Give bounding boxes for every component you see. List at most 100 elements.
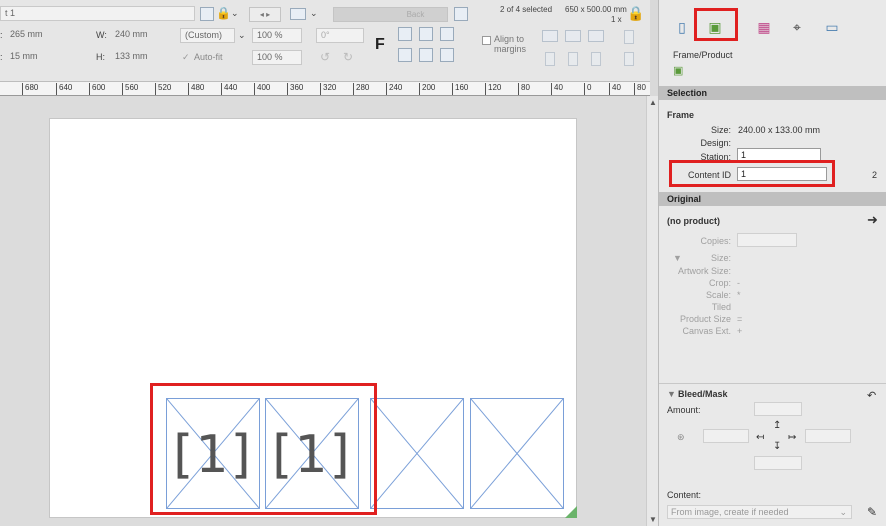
- size-value: 240.00 x 133.00 mm: [738, 125, 821, 135]
- arrow-right-circle-icon[interactable]: ➜: [867, 212, 878, 228]
- ruler-label: 600: [89, 83, 105, 95]
- align-margins-checkbox[interactable]: [482, 36, 491, 45]
- size-preset-value: (Custom): [185, 30, 223, 40]
- original-header: Original: [659, 192, 886, 206]
- size-preset-select[interactable]: (Custom): [180, 28, 235, 43]
- distribute-v2-icon[interactable]: [568, 52, 578, 66]
- reset-icon[interactable]: ↶: [867, 389, 876, 402]
- width-field[interactable]: 240 mm: [111, 28, 171, 43]
- sheet-tab-icon[interactable]: ▭: [817, 14, 847, 40]
- scroll-down-icon[interactable]: ▼: [649, 515, 657, 524]
- bleed-mask-header: Bleed/Mask: [678, 389, 728, 399]
- copies-field[interactable]: [737, 233, 797, 247]
- ruler-label: 400: [254, 83, 270, 95]
- document-tab-icon[interactable]: ▯: [667, 14, 697, 40]
- chevron-down-icon[interactable]: ⌄: [231, 8, 239, 19]
- distribute-h2-icon[interactable]: [565, 30, 581, 42]
- autofit-checkbox[interactable]: ✓: [182, 52, 190, 63]
- align-center-icon[interactable]: [419, 48, 433, 62]
- x-field[interactable]: 265 mm: [6, 28, 66, 43]
- flip-label[interactable]: F: [375, 36, 385, 54]
- no-product-label: (no product): [667, 216, 720, 226]
- arrow-left-icon: ↤: [756, 432, 765, 443]
- bleed-top-field[interactable]: [754, 402, 802, 416]
- vertical-scrollbar[interactable]: ▲ ▼: [646, 96, 658, 526]
- ruler-label: 160: [452, 83, 468, 95]
- ruler-label: 560: [122, 83, 138, 95]
- distribute-h-icon[interactable]: [542, 30, 558, 42]
- align-left-icon[interactable]: [398, 48, 412, 62]
- rotation-select[interactable]: 0°: [316, 28, 364, 43]
- height-value: 133 mm: [115, 51, 148, 61]
- divider: [659, 383, 886, 384]
- h-label: H:: [96, 52, 105, 62]
- link-icon[interactable]: ⊛: [677, 432, 685, 443]
- align-middle-icon[interactable]: [419, 27, 433, 41]
- ruler-label: 440: [221, 83, 237, 95]
- distribute-h3-icon[interactable]: [588, 30, 604, 42]
- y-label: :: [0, 52, 3, 62]
- align-bottom-icon[interactable]: [440, 27, 454, 41]
- original-size-label: Size:: [710, 253, 731, 263]
- rotate-right-icon[interactable]: ↻: [343, 50, 353, 64]
- color-tab-icon[interactable]: ▦: [749, 14, 779, 40]
- bleed-bottom-field[interactable]: [754, 456, 802, 470]
- frame-view-icon[interactable]: [290, 8, 306, 20]
- lock-icon[interactable]: 🔒: [627, 5, 644, 22]
- height-field[interactable]: 133 mm: [111, 50, 171, 65]
- chevron-down-icon[interactable]: ⌄: [310, 8, 318, 19]
- ruler-label: 360: [287, 83, 303, 95]
- content-id-highlight: [669, 160, 835, 187]
- scale-label: Scale:: [705, 290, 731, 300]
- y-value: 15 mm: [10, 51, 38, 61]
- distribute-v-icon[interactable]: [545, 52, 555, 66]
- chevron-down-icon[interactable]: ▼: [667, 389, 676, 399]
- station-value: 1: [741, 150, 747, 160]
- space-v-icon[interactable]: [624, 30, 634, 44]
- frame-product-icon: ▣: [673, 65, 684, 77]
- copies-label: Copies:: [700, 236, 731, 246]
- scale-x-field[interactable]: 100 %: [252, 28, 302, 43]
- ruler-label: 640: [56, 83, 72, 95]
- lock-icon[interactable]: 🔒: [216, 6, 231, 20]
- distribute-v3-icon[interactable]: [591, 52, 601, 66]
- bleed-right-field[interactable]: [805, 429, 851, 443]
- arrow-right-icon: ↦: [788, 432, 797, 443]
- ruler-label: 40: [551, 83, 563, 95]
- rotate-left-icon[interactable]: ↺: [320, 50, 330, 64]
- frame-3[interactable]: [370, 398, 464, 509]
- toolbar: t 1 🔒 ⌄ ◂ ▸ ⌄ Back 2 of 4 selected 650 x…: [0, 0, 650, 82]
- scale-y-field[interactable]: 100 %: [252, 50, 302, 65]
- ruler-label: 80: [518, 83, 530, 95]
- frame-edit-icon[interactable]: [200, 7, 214, 21]
- chevron-down-icon[interactable]: ⌄: [238, 30, 246, 41]
- ruler-label: 40: [609, 83, 621, 95]
- ruler-label: 280: [353, 83, 369, 95]
- scroll-up-icon[interactable]: ▲: [649, 98, 657, 107]
- marks-tab-icon[interactable]: ⌖: [782, 14, 812, 40]
- pencil-icon[interactable]: ✎: [867, 505, 877, 519]
- frame-4[interactable]: [470, 398, 564, 509]
- rotation-value: 0°: [321, 30, 330, 40]
- edit-icon[interactable]: [454, 7, 468, 21]
- arrow-down-icon: ↧: [773, 441, 782, 452]
- arrow-up-icon: ↥: [773, 420, 782, 431]
- scale-value: *: [737, 290, 741, 300]
- content-select[interactable]: From image, create if needed ⌄: [667, 505, 852, 519]
- nav-arrows-button[interactable]: ◂ ▸: [249, 7, 281, 22]
- back-button[interactable]: Back: [333, 7, 448, 22]
- align-top-icon[interactable]: [398, 27, 412, 41]
- sheet-corner-marker: [565, 506, 577, 518]
- sheet-size: 650 x 500.00 mm: [565, 5, 627, 14]
- content-label: Content:: [667, 490, 702, 500]
- y-field[interactable]: 15 mm: [6, 50, 66, 65]
- space-h-icon[interactable]: [624, 52, 634, 66]
- align-right-icon[interactable]: [440, 48, 454, 62]
- frame-cross-icon: [471, 399, 563, 508]
- document-selector[interactable]: t 1: [0, 6, 195, 21]
- ruler-label: 680: [22, 83, 38, 95]
- ruler-label: 320: [320, 83, 336, 95]
- width-value: 240 mm: [115, 29, 148, 39]
- bleed-left-field[interactable]: [703, 429, 749, 443]
- size-label: Size:: [710, 125, 731, 135]
